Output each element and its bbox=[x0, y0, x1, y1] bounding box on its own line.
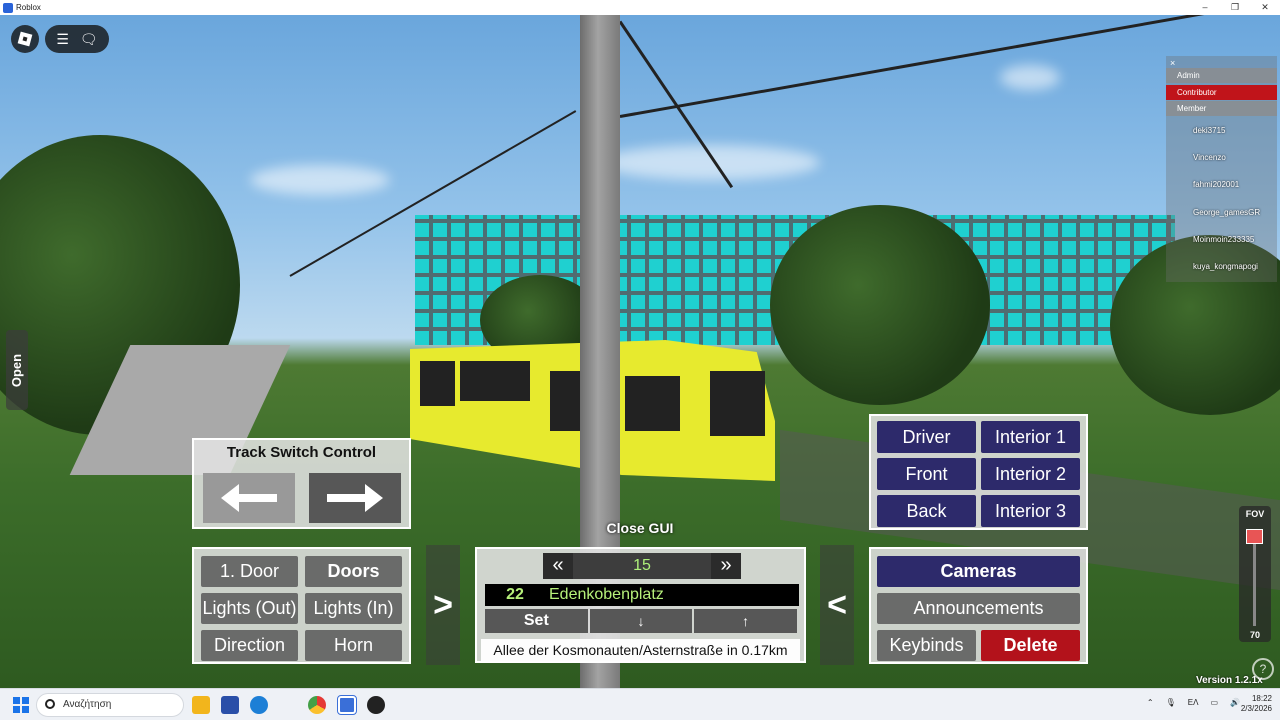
playerlist-group-member: Member bbox=[1166, 101, 1277, 116]
camera-select-panel: Driver Interior 1 Front Interior 2 Back … bbox=[869, 414, 1088, 530]
chrome-icon[interactable] bbox=[308, 696, 326, 714]
maximize-button[interactable]: ❐ bbox=[1220, 0, 1250, 15]
fov-label: FOV bbox=[1245, 509, 1265, 519]
playerlist-group-contributor: Contributor bbox=[1166, 85, 1277, 100]
keybinds-button[interactable]: Keybinds bbox=[877, 630, 976, 661]
camera-interior1-button[interactable]: Interior 1 bbox=[981, 421, 1080, 453]
lights-out-button[interactable]: Lights (Out) bbox=[201, 593, 298, 624]
clock-time: 18:22 bbox=[1251, 694, 1272, 703]
camera-driver-button[interactable]: Driver bbox=[877, 421, 976, 453]
player-list: × Admin Contributor Member deki3715 Vinc… bbox=[1166, 56, 1277, 282]
announcements-button[interactable]: Announcements bbox=[877, 593, 1080, 624]
close-window-button[interactable]: ✕ bbox=[1250, 0, 1280, 15]
tram-controls-panel: 1. Door Doors Lights (Out) Lights (In) D… bbox=[192, 547, 411, 664]
playerlist-close-icon[interactable]: × bbox=[1170, 58, 1175, 68]
chat-icon[interactable]: 🗨 bbox=[80, 31, 98, 48]
roblox-app-icon bbox=[3, 2, 13, 13]
version-label: Version 1.2.1x bbox=[1196, 675, 1263, 686]
line-number: 22 bbox=[506, 586, 524, 603]
chevron-up-icon[interactable]: ⌃ bbox=[1147, 698, 1154, 707]
window-title: Roblox bbox=[16, 3, 41, 12]
language-indicator[interactable]: ΕΛ bbox=[1188, 698, 1199, 707]
collapse-left-toggle[interactable]: > bbox=[426, 545, 460, 665]
player-entry[interactable]: kuya_kongmapogi bbox=[1193, 262, 1258, 271]
roblox-topbar-menu[interactable]: ☰ 🗨 bbox=[45, 25, 109, 53]
player-entry[interactable]: deki3715 bbox=[1193, 126, 1225, 135]
store-icon[interactable] bbox=[221, 696, 239, 714]
open-side-tab[interactable]: Open bbox=[6, 330, 28, 410]
search-icon bbox=[45, 699, 55, 709]
microphone-icon[interactable]: 🎙 bbox=[1166, 698, 1176, 707]
mail-icon[interactable] bbox=[250, 696, 268, 714]
playerlist-group-admin: Admin bbox=[1166, 68, 1277, 83]
help-icon[interactable]: ? bbox=[1252, 658, 1274, 680]
doors-button[interactable]: Doors bbox=[305, 556, 402, 587]
switch-right-button[interactable] bbox=[309, 473, 401, 523]
taskbar-clock[interactable]: 18:22 2/3/2026 bbox=[1241, 694, 1272, 714]
direction-button[interactable]: Direction bbox=[201, 630, 298, 661]
destination-selector: « 15 » bbox=[543, 553, 741, 579]
camera-interior2-button[interactable]: Interior 2 bbox=[981, 458, 1080, 490]
hamburger-icon[interactable]: ☰ bbox=[56, 31, 69, 48]
door1-button[interactable]: 1. Door bbox=[201, 556, 298, 587]
cameras-button[interactable]: Cameras bbox=[877, 556, 1080, 587]
cloud bbox=[600, 145, 820, 180]
lights-in-button[interactable]: Lights (In) bbox=[305, 593, 402, 624]
player-entry[interactable]: Vincenzo bbox=[1193, 153, 1226, 162]
camera-back-button[interactable]: Back bbox=[877, 495, 976, 527]
destination-next-button[interactable]: » bbox=[711, 553, 741, 579]
open-tab-label: Open bbox=[9, 353, 25, 387]
destination-prev-button[interactable]: « bbox=[543, 553, 573, 579]
roblox-taskbar-icon[interactable] bbox=[337, 695, 357, 715]
clock-date: 2/3/2026 bbox=[1240, 704, 1272, 713]
destination-number: 15 bbox=[573, 553, 711, 579]
fov-handle[interactable] bbox=[1246, 528, 1263, 544]
windows-taskbar: Αναζήτηση ⌃ 🎙 ΕΛ ▭ 🔊 18:22 2/3/2026 bbox=[0, 688, 1280, 720]
roblox-menu-button[interactable] bbox=[11, 25, 39, 53]
close-gui-button[interactable]: Close GUI bbox=[597, 517, 683, 539]
delete-button[interactable]: Delete bbox=[981, 630, 1080, 661]
switch-left-button[interactable] bbox=[203, 473, 295, 523]
cloud bbox=[1000, 65, 1060, 90]
menu-panel: Cameras Announcements Keybinds Delete bbox=[869, 547, 1088, 664]
destination-down-button[interactable]: ↓ bbox=[589, 609, 693, 633]
camera-front-button[interactable]: Front bbox=[877, 458, 976, 490]
roblox-logo-icon bbox=[17, 31, 33, 47]
player-entry[interactable]: George_gamesGR bbox=[1193, 208, 1260, 217]
horn-button[interactable]: Horn bbox=[305, 630, 402, 661]
windows-start-icon[interactable] bbox=[13, 697, 29, 713]
arrow-left-icon bbox=[221, 484, 277, 512]
next-stop-status: Allee der Kosmonauten/Asternstraße in 0.… bbox=[481, 639, 800, 661]
destination-panel: « 15 » 22 Edenkobenplatz Set ↓ ↑ Allee d… bbox=[475, 547, 806, 663]
taskbar-search-placeholder: Αναζήτηση bbox=[63, 699, 112, 710]
roblox-studio-icon[interactable] bbox=[367, 696, 385, 714]
file-explorer-icon[interactable] bbox=[192, 696, 210, 714]
fov-value: 70 bbox=[1249, 630, 1260, 640]
tree bbox=[770, 205, 990, 405]
system-tray: ⌃ 🎙 ΕΛ ▭ 🔊 bbox=[1147, 698, 1240, 707]
player-entry[interactable]: Moinmoin233335 bbox=[1193, 235, 1254, 244]
camera-interior3-button[interactable]: Interior 3 bbox=[981, 495, 1080, 527]
volume-icon[interactable]: 🔊 bbox=[1230, 698, 1240, 707]
fov-track[interactable] bbox=[1253, 532, 1256, 626]
player-entry[interactable]: fahmi202001 bbox=[1193, 180, 1239, 189]
fov-slider[interactable]: FOV 70 bbox=[1239, 506, 1271, 642]
destination-controls: Set ↓ ↑ bbox=[485, 609, 799, 633]
set-destination-button[interactable]: Set bbox=[485, 609, 588, 633]
window-controls: – ❐ ✕ bbox=[1190, 0, 1280, 15]
window-titlebar: Roblox – ❐ ✕ bbox=[0, 0, 1280, 15]
cloud bbox=[250, 165, 390, 195]
track-switch-panel: Track Switch Control bbox=[192, 438, 411, 529]
destination-up-button[interactable]: ↑ bbox=[694, 609, 798, 633]
minimize-button[interactable]: – bbox=[1190, 0, 1220, 15]
track-switch-title: Track Switch Control bbox=[226, 444, 377, 461]
destination-display: 22 Edenkobenplatz bbox=[485, 584, 799, 606]
arrow-right-icon bbox=[327, 484, 383, 512]
collapse-right-toggle[interactable]: < bbox=[820, 545, 854, 665]
network-icon[interactable]: ▭ bbox=[1210, 698, 1218, 707]
taskbar-search[interactable]: Αναζήτηση bbox=[36, 693, 184, 717]
destination-name: Edenkobenplatz bbox=[549, 586, 664, 603]
